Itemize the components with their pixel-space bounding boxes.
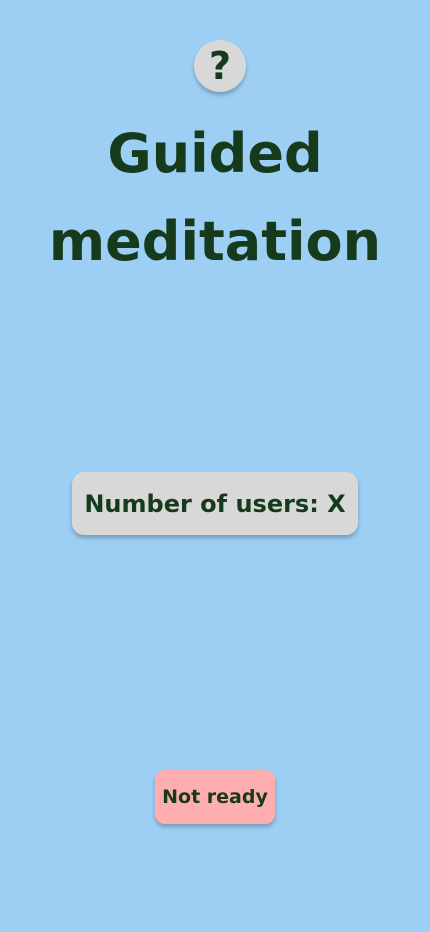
users-count-display: Number of users: X xyxy=(72,472,358,535)
not-ready-button[interactable]: Not ready xyxy=(155,770,275,824)
help-button[interactable]: ? xyxy=(194,40,246,92)
page-title: Guided meditation xyxy=(0,110,430,286)
title-line-2: meditation xyxy=(48,210,382,273)
title-line-1: Guided xyxy=(107,122,323,185)
question-mark-icon: ? xyxy=(208,44,232,88)
meditation-screen: ? Guided meditation Number of users: X N… xyxy=(0,0,430,932)
